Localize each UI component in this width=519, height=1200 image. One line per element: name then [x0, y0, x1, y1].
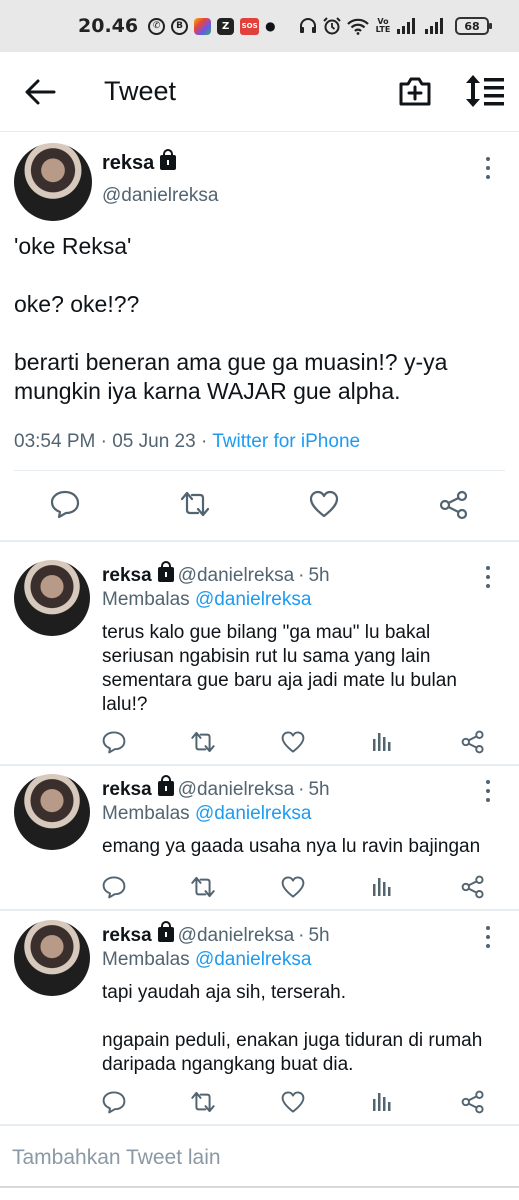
volte-label: Vo LTE [375, 17, 391, 34]
author-handle[interactable]: @danielreksa [178, 565, 294, 586]
reply-age: 5h [308, 925, 330, 946]
reply-text: tapi yaudah aja sih, terserah. ngapain p… [102, 982, 483, 1075]
lock-icon [157, 561, 174, 582]
retweet-icon[interactable] [189, 875, 217, 899]
dot-separator: · [298, 925, 305, 946]
photos-icon [194, 17, 212, 35]
reply-icon[interactable] [50, 490, 80, 518]
retweet-icon[interactable] [189, 1090, 217, 1114]
replying-handle[interactable]: @danielreksa [195, 589, 311, 610]
like-icon[interactable] [281, 730, 305, 754]
signal-1-icon [397, 18, 415, 34]
more-options-icon[interactable] [484, 926, 492, 948]
replying-label: Membalas [102, 589, 190, 610]
status-right: Vo LTE 68 [299, 0, 492, 52]
more-options-icon[interactable] [484, 566, 492, 588]
add-tweet-input[interactable]: Tambahkan Tweet lain [12, 1146, 221, 1170]
more-options-icon[interactable] [484, 157, 492, 179]
notification-dot-icon: ● [265, 19, 276, 33]
replying-to: Membalas @danielreksa [102, 803, 311, 825]
reply-icon[interactable] [102, 1090, 126, 1114]
status-time: 20.46 [78, 15, 139, 37]
reply-text: terus kalo gue bilang "ga mau" lu bakal … [102, 622, 463, 715]
author-handle[interactable]: @danielreksa [178, 779, 294, 800]
sort-replies-icon[interactable] [465, 74, 505, 108]
like-icon[interactable] [309, 490, 339, 518]
alarm-icon [323, 17, 341, 35]
reply-actions [0, 728, 519, 758]
reply-icon[interactable] [102, 875, 126, 899]
tweet-meta: 03:54 PM · 05 Jun 23 · Twitter for iPhon… [14, 431, 361, 452]
reply-actions [0, 1088, 519, 1118]
business-icon: B [171, 17, 189, 35]
replying-label: Membalas [102, 949, 190, 970]
whatsapp-icon: ✆ [148, 17, 166, 35]
divider [0, 909, 519, 911]
reply-actions [0, 873, 519, 903]
reply-header: reksa @danielreksa · 5h [102, 921, 330, 947]
divider [0, 540, 519, 542]
author-name[interactable]: reksa [102, 565, 152, 586]
author-name[interactable]: reksa [102, 149, 177, 175]
signal-2-icon [425, 18, 443, 34]
app-z-icon: Z [217, 17, 235, 35]
author-handle[interactable]: @danielreksa [178, 925, 294, 946]
reply-header: reksa @danielreksa · 5h [102, 561, 330, 587]
like-icon[interactable] [281, 1090, 305, 1114]
divider [0, 1124, 519, 1126]
replying-handle[interactable]: @danielreksa [195, 949, 311, 970]
back-arrow-icon[interactable] [24, 78, 56, 106]
reply-text: emang ya gaada usaha nya lu ravin bajing… [102, 836, 481, 857]
divider [14, 470, 505, 471]
lock-icon [157, 921, 174, 942]
tweet-source[interactable]: Twitter for iPhone [212, 431, 360, 452]
reply-icon[interactable] [102, 730, 126, 754]
lock-icon [160, 149, 177, 170]
replying-handle[interactable]: @danielreksa [195, 803, 311, 824]
camera-add-icon[interactable] [398, 74, 432, 108]
app-header: Tweet [0, 52, 519, 132]
avatar[interactable] [14, 560, 90, 636]
author-name[interactable]: reksa [102, 925, 152, 946]
retweet-icon[interactable] [189, 730, 217, 754]
divider [0, 764, 519, 766]
tweet-actions [0, 486, 519, 526]
avatar[interactable] [14, 143, 92, 221]
tweet-text: 'oke Reksa' oke? oke!?? berarti beneran … [14, 233, 448, 404]
author-name[interactable]: reksa [102, 779, 152, 800]
status-bar: 20.46 ✆ B Z SOS ● Vo LTE 68 [0, 0, 519, 52]
sos-icon: SOS [240, 17, 260, 35]
like-icon[interactable] [281, 875, 305, 899]
share-icon[interactable] [439, 490, 469, 520]
more-options-icon[interactable] [484, 780, 492, 802]
retweet-icon[interactable] [178, 490, 212, 518]
share-icon[interactable] [461, 730, 485, 754]
share-icon[interactable] [461, 1090, 485, 1114]
author-handle[interactable]: @danielreksa [102, 185, 218, 207]
replying-label: Membalas [102, 803, 190, 824]
reply-age: 5h [308, 565, 330, 586]
author-name-text: reksa [102, 152, 155, 174]
page-title: Tweet [104, 76, 177, 106]
avatar[interactable] [14, 774, 90, 850]
avatar[interactable] [14, 920, 90, 996]
replying-to: Membalas @danielreksa [102, 589, 311, 611]
analytics-icon[interactable] [372, 730, 392, 752]
reply-header: reksa @danielreksa · 5h [102, 775, 330, 801]
dot-separator: · [298, 779, 305, 800]
tweet-date: 05 Jun 23 [112, 431, 196, 452]
analytics-icon[interactable] [372, 1090, 392, 1112]
tweet-time: 03:54 PM [14, 431, 96, 452]
analytics-icon[interactable] [372, 875, 392, 897]
dot-separator: · [298, 565, 305, 586]
wifi-icon [347, 18, 369, 35]
battery-icon: 68 [455, 17, 492, 35]
replying-to: Membalas @danielreksa [102, 949, 311, 971]
share-icon[interactable] [461, 875, 485, 899]
lock-icon [157, 775, 174, 796]
divider [0, 1186, 519, 1188]
headphones-icon [300, 18, 316, 33]
reply-age: 5h [308, 779, 330, 800]
battery-level: 68 [464, 19, 480, 33]
